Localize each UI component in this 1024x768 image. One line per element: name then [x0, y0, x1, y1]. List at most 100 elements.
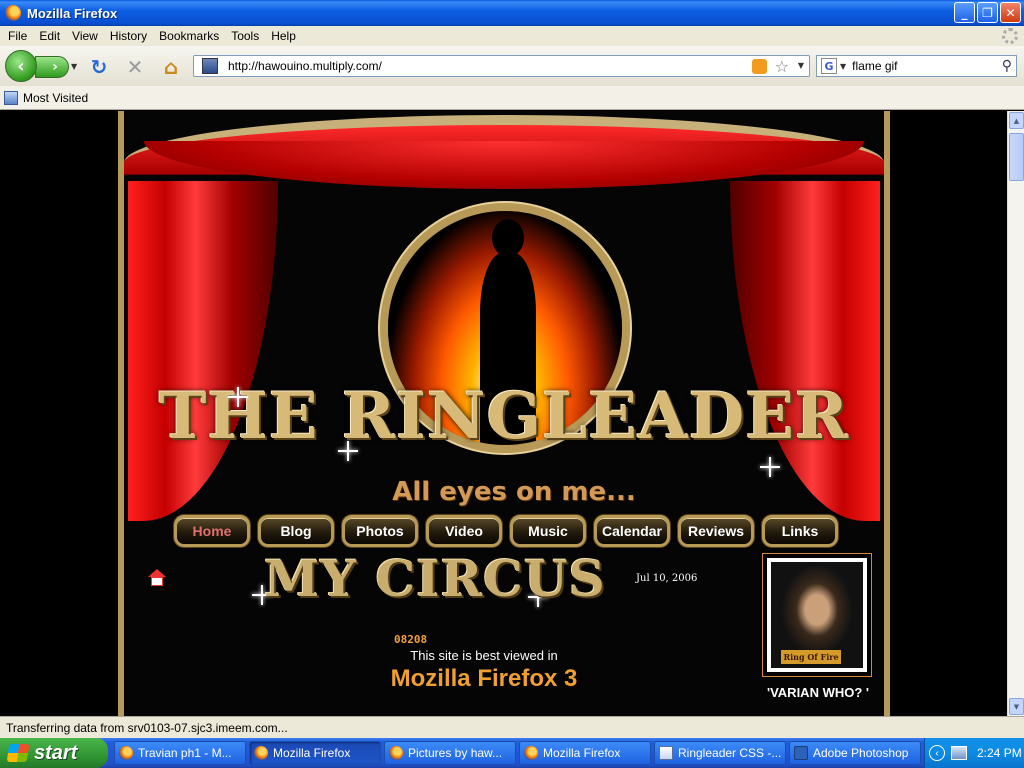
bookmark-star-icon[interactable]: ☆ — [775, 57, 789, 76]
windows-logo-icon — [6, 744, 30, 762]
menu-help[interactable]: Help — [265, 29, 302, 43]
window-titlebar[interactable]: Mozilla Firefox _ ❐ ✕ — [0, 0, 1024, 26]
site-nav: Home Blog Photos Video Music Calendar Re… — [174, 515, 838, 547]
firefox-icon — [119, 746, 133, 760]
sparkle-icon — [760, 457, 780, 477]
task-travian[interactable]: Travian ph1 - M... — [114, 741, 246, 765]
nav-calendar[interactable]: Calendar — [594, 515, 670, 547]
profile-photo[interactable]: Ring Of Fire — [767, 558, 867, 672]
menu-bar: File Edit View History Bookmarks Tools H… — [0, 26, 1024, 46]
url-dropdown-icon[interactable]: ▼ — [798, 61, 804, 70]
profile-badge: Ring Of Fire — [781, 650, 841, 664]
search-bar[interactable]: G ▼ ⚲ — [816, 55, 1017, 77]
menu-history[interactable]: History — [104, 29, 153, 43]
throbber-icon — [1002, 28, 1018, 44]
task-adobe-photoshop[interactable]: Adobe Photoshop — [789, 741, 921, 765]
page-viewport: THE RINGLEADER All eyes on me... Home Bl… — [0, 111, 1007, 716]
nav-blog[interactable]: Blog — [258, 515, 334, 547]
profile-caption: 'VARIAN WHO? ' — [767, 685, 869, 700]
task-label: Travian ph1 - M... — [138, 746, 232, 760]
menu-bookmarks[interactable]: Bookmarks — [153, 29, 225, 43]
close-button[interactable]: ✕ — [1000, 2, 1021, 23]
menu-edit[interactable]: Edit — [33, 29, 66, 43]
task-label: Mozilla Firefox — [543, 746, 621, 760]
best-viewed-note: This site is best viewed in — [410, 648, 558, 663]
nav-photos[interactable]: Photos — [342, 515, 418, 547]
most-visited-bookmark[interactable]: Most Visited — [23, 91, 88, 105]
task-pictures[interactable]: Pictures by haw... — [384, 741, 516, 765]
task-label: Mozilla Firefox — [273, 746, 351, 760]
search-go-icon[interactable]: ⚲ — [1002, 58, 1012, 74]
firefox-icon — [524, 746, 538, 760]
nav-reviews[interactable]: Reviews — [678, 515, 754, 547]
nav-video[interactable]: Video — [426, 515, 502, 547]
search-input[interactable] — [852, 59, 993, 73]
scroll-down-button[interactable]: ▼ — [1009, 698, 1024, 715]
document-icon — [659, 746, 673, 760]
status-bar: Transferring data from srv0103-07.sjc3.i… — [0, 716, 1024, 738]
sparkle-icon — [338, 441, 358, 461]
task-mozilla-firefox-active[interactable]: Mozilla Firefox — [249, 741, 381, 765]
curtain-right — [730, 181, 880, 521]
bookmarks-toolbar: Most Visited — [0, 86, 1024, 110]
search-engine-icon[interactable]: G — [821, 58, 837, 74]
nav-home[interactable]: Home — [174, 515, 250, 547]
network-icon[interactable] — [951, 746, 967, 760]
home-link-icon[interactable] — [148, 569, 166, 587]
nav-links[interactable]: Links — [762, 515, 838, 547]
post-date: Jul 10, 2006 — [636, 573, 698, 584]
task-ringleader-css[interactable]: Ringleader CSS -... — [654, 741, 786, 765]
start-label: start — [34, 741, 78, 764]
profile-frame[interactable]: Ring Of Fire — [762, 553, 872, 677]
firefox-icon — [5, 5, 21, 21]
engine-dropdown-icon[interactable]: ▼ — [840, 62, 846, 71]
scroll-thumb[interactable] — [1009, 133, 1024, 181]
silhouette-head — [492, 219, 524, 257]
window-title: Mozilla Firefox — [27, 5, 118, 21]
task-mozilla-firefox[interactable]: Mozilla Firefox — [519, 741, 651, 765]
nav-music[interactable]: Music — [510, 515, 586, 547]
site-tagline: All eyes on me... — [392, 477, 636, 507]
window-controls: _ ❐ ✕ — [954, 2, 1021, 23]
sparkle-icon — [228, 387, 248, 407]
photoshop-icon — [794, 746, 808, 760]
back-forward-group: › ‹ ▼ — [5, 50, 77, 82]
minimize-button[interactable]: _ — [954, 2, 975, 23]
back-button[interactable]: ‹ — [5, 50, 37, 82]
address-bar[interactable]: http://hawouino.multiply.com/ ☆ ▼ — [193, 55, 810, 77]
stage-frame: THE RINGLEADER All eyes on me... Home Bl… — [118, 111, 890, 716]
vertical-scrollbar[interactable]: ▲ ▼ — [1007, 111, 1024, 716]
task-label: Ringleader CSS -... — [678, 746, 782, 760]
task-label: Adobe Photoshop — [813, 746, 909, 760]
clock[interactable]: 2:24 PM — [977, 746, 1022, 760]
reload-icon[interactable]: ↻ — [88, 55, 110, 79]
menu-file[interactable]: File — [2, 29, 33, 43]
taskbar-tasks: Travian ph1 - M... Mozilla Firefox Pictu… — [114, 741, 921, 765]
menu-tools[interactable]: Tools — [225, 29, 265, 43]
url-text[interactable]: http://hawouino.multiply.com/ — [228, 59, 382, 73]
firefox-icon — [389, 746, 403, 760]
history-dropdown-icon[interactable]: ▼ — [71, 62, 77, 71]
forward-button[interactable]: › — [35, 56, 69, 78]
section-title: MY CIRCUS — [264, 549, 606, 608]
menu-view[interactable]: View — [66, 29, 104, 43]
profile-portrait: Ring Of Fire — [771, 562, 863, 668]
firefox-icon — [254, 746, 268, 760]
tray-expand-icon[interactable]: ‹ — [929, 745, 945, 761]
curtain-left — [128, 181, 278, 521]
best-viewed-browser[interactable]: Mozilla Firefox 3 — [254, 665, 714, 693]
hit-counter: 08208 — [394, 633, 428, 646]
task-label: Pictures by haw... — [408, 746, 503, 760]
navigation-toolbar: › ‹ ▼ ↻ ✕ ⌂ http://hawouino.multiply.com… — [0, 46, 1024, 86]
home-icon[interactable]: ⌂ — [160, 55, 182, 79]
rss-feed-icon[interactable] — [752, 59, 767, 74]
taskbar: start Travian ph1 - M... Mozilla Firefox… — [0, 738, 1024, 768]
start-button[interactable]: start — [0, 738, 108, 768]
scroll-up-button[interactable]: ▲ — [1009, 112, 1024, 129]
system-tray: ‹ 2:24 PM — [924, 738, 1024, 768]
maximize-button[interactable]: ❐ — [977, 2, 998, 23]
site-favicon — [202, 58, 218, 74]
stop-icon[interactable]: ✕ — [124, 55, 146, 79]
status-text: Transferring data from srv0103-07.sjc3.i… — [6, 720, 288, 735]
most-visited-icon — [4, 90, 18, 105]
